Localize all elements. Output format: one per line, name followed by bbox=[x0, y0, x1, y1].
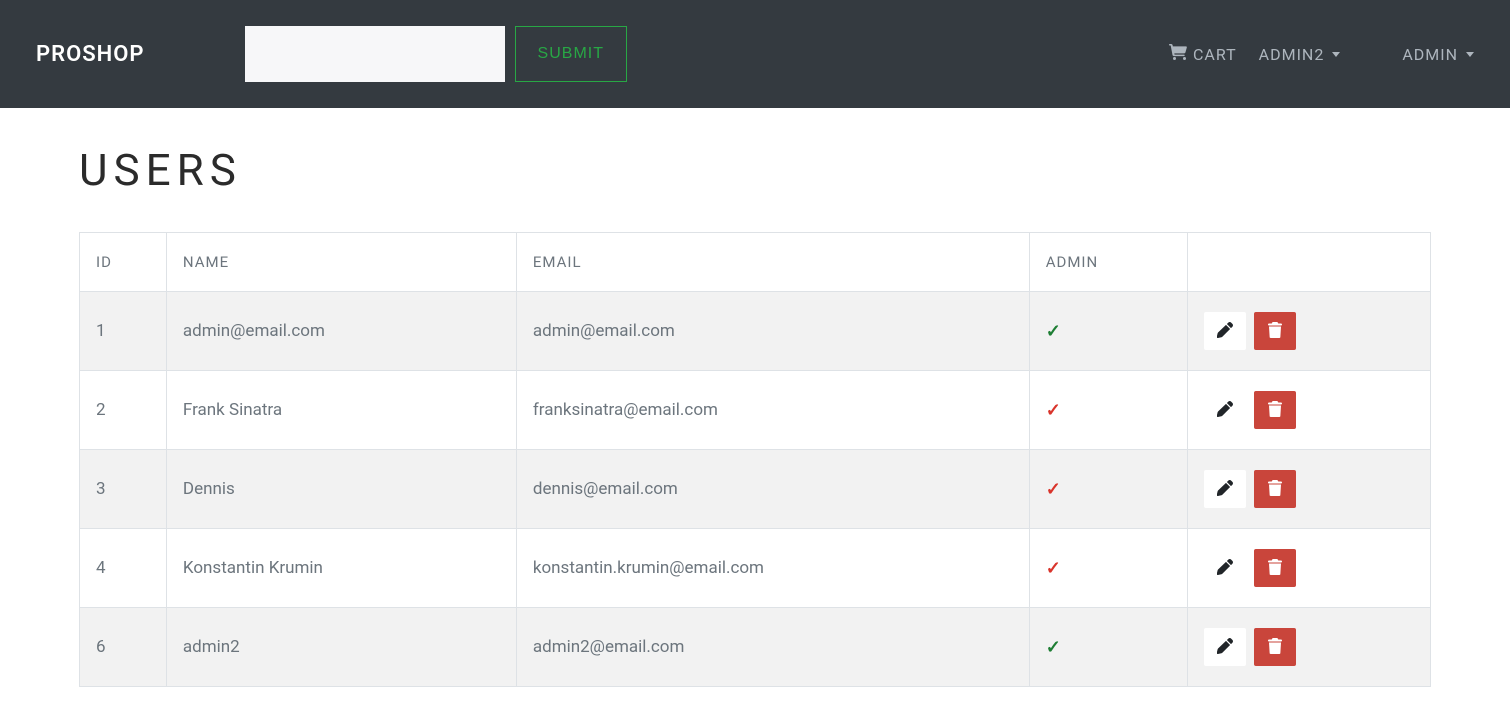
cell-name: Konstantin Krumin bbox=[166, 529, 516, 608]
cell-admin: ✓ bbox=[1029, 608, 1187, 687]
cross-check-icon: ✓ bbox=[1046, 558, 1061, 579]
chevron-down-icon bbox=[1332, 52, 1340, 57]
cell-name: admin@email.com bbox=[166, 292, 516, 371]
trash-icon bbox=[1268, 401, 1282, 420]
delete-button[interactable] bbox=[1254, 549, 1296, 587]
table-row: 6admin2admin2@email.com ✓ bbox=[80, 608, 1431, 687]
delete-button[interactable] bbox=[1254, 391, 1296, 429]
nav-right: CART ADMIN2 ADMIN bbox=[1169, 44, 1474, 64]
search-input[interactable] bbox=[245, 26, 505, 82]
table-row: 3Dennisdennis@email.com ✓ bbox=[80, 450, 1431, 529]
cell-email: dennis@email.com bbox=[516, 450, 1029, 529]
edit-button[interactable] bbox=[1204, 391, 1246, 429]
edit-button[interactable] bbox=[1204, 628, 1246, 666]
main-container: USERS ID NAME EMAIL ADMIN 1admin@email.c… bbox=[43, 108, 1467, 723]
cell-email: konstantin.krumin@email.com bbox=[516, 529, 1029, 608]
brand-link[interactable]: PROSHOP bbox=[36, 42, 145, 67]
edit-icon bbox=[1217, 322, 1233, 341]
cell-id: 6 bbox=[80, 608, 167, 687]
cross-check-icon: ✓ bbox=[1046, 400, 1061, 421]
cell-actions bbox=[1187, 371, 1430, 450]
search-form: SUBMIT bbox=[245, 26, 627, 82]
cell-email: admin2@email.com bbox=[516, 608, 1029, 687]
trash-icon bbox=[1268, 322, 1282, 341]
cell-name: Dennis bbox=[166, 450, 516, 529]
delete-button[interactable] bbox=[1254, 470, 1296, 508]
cell-admin: ✓ bbox=[1029, 292, 1187, 371]
submit-button[interactable]: SUBMIT bbox=[515, 26, 627, 82]
cell-id: 3 bbox=[80, 450, 167, 529]
trash-icon bbox=[1268, 638, 1282, 657]
cell-name: Frank Sinatra bbox=[166, 371, 516, 450]
delete-button[interactable] bbox=[1254, 628, 1296, 666]
table-row: 4Konstantin Kruminkonstantin.krumin@emai… bbox=[80, 529, 1431, 608]
th-email: EMAIL bbox=[516, 233, 1029, 292]
navbar: PROSHOP SUBMIT CART ADMIN2 ADMIN bbox=[0, 0, 1510, 108]
edit-icon bbox=[1217, 480, 1233, 499]
cell-id: 2 bbox=[80, 371, 167, 450]
cart-icon bbox=[1169, 44, 1187, 64]
check-icon: ✓ bbox=[1046, 637, 1061, 658]
user-dropdown[interactable]: ADMIN2 bbox=[1259, 45, 1341, 64]
cross-check-icon: ✓ bbox=[1046, 479, 1061, 500]
edit-button[interactable] bbox=[1204, 549, 1246, 587]
edit-button[interactable] bbox=[1204, 312, 1246, 350]
edit-icon bbox=[1217, 401, 1233, 420]
admin-dropdown-label: ADMIN bbox=[1402, 45, 1458, 64]
cell-admin: ✓ bbox=[1029, 371, 1187, 450]
cell-actions bbox=[1187, 529, 1430, 608]
table-row: 2Frank Sinatrafranksinatra@email.com ✓ bbox=[80, 371, 1431, 450]
cell-actions bbox=[1187, 608, 1430, 687]
users-table: ID NAME EMAIL ADMIN 1admin@email.comadmi… bbox=[79, 232, 1431, 687]
th-id: ID bbox=[80, 233, 167, 292]
cell-actions bbox=[1187, 450, 1430, 529]
admin-dropdown[interactable]: ADMIN bbox=[1402, 45, 1474, 64]
th-admin: ADMIN bbox=[1029, 233, 1187, 292]
page-title: USERS bbox=[79, 144, 1431, 196]
edit-icon bbox=[1217, 638, 1233, 657]
th-name: NAME bbox=[166, 233, 516, 292]
cell-admin: ✓ bbox=[1029, 529, 1187, 608]
cell-email: admin@email.com bbox=[516, 292, 1029, 371]
cell-name: admin2 bbox=[166, 608, 516, 687]
edit-button[interactable] bbox=[1204, 470, 1246, 508]
cart-link[interactable]: CART bbox=[1169, 44, 1237, 64]
edit-icon bbox=[1217, 559, 1233, 578]
cell-admin: ✓ bbox=[1029, 450, 1187, 529]
cell-id: 4 bbox=[80, 529, 167, 608]
cell-actions bbox=[1187, 292, 1430, 371]
check-icon: ✓ bbox=[1046, 321, 1061, 342]
trash-icon bbox=[1268, 480, 1282, 499]
cart-label: CART bbox=[1193, 45, 1237, 64]
delete-button[interactable] bbox=[1254, 312, 1296, 350]
cell-email: franksinatra@email.com bbox=[516, 371, 1029, 450]
user-dropdown-label: ADMIN2 bbox=[1259, 45, 1325, 64]
th-actions bbox=[1187, 233, 1430, 292]
trash-icon bbox=[1268, 559, 1282, 578]
chevron-down-icon bbox=[1466, 52, 1474, 57]
table-row: 1admin@email.comadmin@email.com✓ bbox=[80, 292, 1431, 371]
cell-id: 1 bbox=[80, 292, 167, 371]
